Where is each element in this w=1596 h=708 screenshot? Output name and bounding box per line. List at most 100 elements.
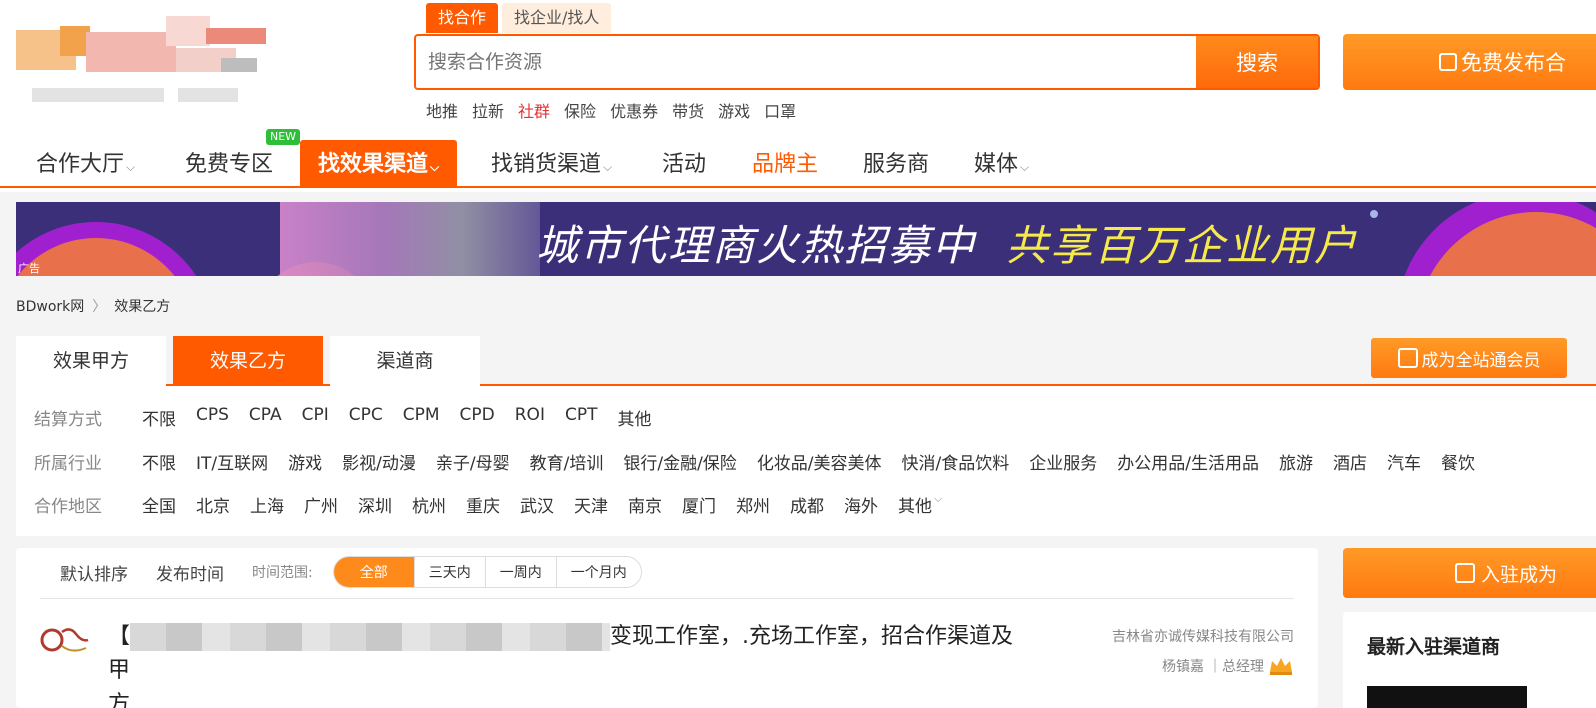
search-tab-company[interactable]: 找企业/找人 (502, 3, 612, 33)
search-box: 搜索 (414, 34, 1320, 90)
hot-word[interactable]: 地推 (426, 98, 458, 122)
filter-option[interactable]: 南京 (628, 492, 662, 517)
filter-option[interactable]: 郑州 (736, 492, 770, 517)
filter-option[interactable]: 武汉 (520, 492, 554, 517)
hot-word[interactable]: 带货 (672, 98, 704, 122)
filter-option[interactable]: CPT (565, 405, 598, 430)
chevron-down-icon: ⌵ (430, 160, 440, 174)
nav-label: 免费专区 (185, 152, 274, 177)
tab-effect-party-a[interactable]: 效果甲方 (16, 336, 166, 386)
filter-option[interactable]: 汽车 (1387, 449, 1421, 474)
hot-word[interactable]: 社群 (518, 98, 550, 122)
nav-item-events[interactable]: 活动 (662, 140, 706, 188)
time-range-1week[interactable]: 一周内 (484, 557, 556, 587)
filter-option[interactable]: 影视/动漫 (342, 449, 416, 474)
hot-word[interactable]: 保险 (564, 98, 596, 122)
filter-option[interactable]: CPI (302, 405, 329, 430)
filter-option[interactable]: CPM (403, 405, 440, 430)
contact-name: 杨镇嘉 (1162, 659, 1204, 675)
publish-button[interactable]: 免费发布合 (1343, 34, 1596, 90)
filter-option[interactable]: 游戏 (288, 449, 322, 474)
filter-option[interactable]: 不限 (142, 449, 176, 474)
filter-option[interactable]: 深圳 (358, 492, 392, 517)
nav-item-free[interactable]: 免费专区 (185, 140, 273, 188)
filter-option[interactable]: 教育/培训 (530, 449, 604, 474)
company-name[interactable]: 吉林省亦诚传媒科技有限公司 (1100, 626, 1294, 646)
nav-item-service[interactable]: 服务商 (863, 140, 929, 188)
filter-option[interactable]: 重庆 (466, 492, 500, 517)
nav-item-sales-channel[interactable]: 找销货渠道 ⌵ (491, 140, 612, 188)
site-logo[interactable] (16, 12, 268, 108)
become-member-button[interactable]: 成为全站通会员 (1371, 338, 1567, 378)
nav-label: 服务商 (863, 152, 930, 177)
filter-row-industry: 所属行业 不限 IT/互联网 游戏 影视/动漫 亲子/母婴 教育/培训 银行/金融/保险 化妆… (34, 446, 1495, 476)
filter-label: 所属行业 (34, 453, 102, 474)
listing-title[interactable]: 【变现工作室，.充场工作室，招合作渠道及甲方 (108, 620, 1028, 708)
login-icon (1397, 348, 1418, 368)
hot-word[interactable]: 口罩 (764, 98, 796, 122)
search-button[interactable]: 搜索 (1196, 36, 1318, 88)
panel-title: 最新入驻渠道商 (1367, 636, 1501, 658)
chevron-down-icon: ⌵ (603, 160, 613, 174)
breadcrumb-home[interactable]: BDwork网 (16, 296, 84, 316)
filter-option[interactable]: 杭州 (412, 492, 446, 517)
nav-item-hall[interactable]: 合作大厅 ⌵ (36, 140, 135, 188)
main-nav: 合作大厅 ⌵ 免费专区 找效果渠道 ⌵ 找销货渠道 ⌵ 活动 品牌主 服务商 媒体 ⌵ (0, 140, 1596, 188)
tab-effect-party-b[interactable]: 效果乙方 (173, 336, 323, 386)
filter-option[interactable]: 办公用品/生活用品 (1117, 449, 1259, 474)
member-button-label: 成为全站通会员 (1421, 350, 1541, 371)
filter-options: 不限 CPS CPA CPI CPC CPM CPD ROI CPT 其他 (142, 405, 671, 430)
nav-item-brand[interactable]: 品牌主 (752, 140, 818, 188)
join-button[interactable]: 入驻成为 (1343, 548, 1596, 598)
filter-option[interactable]: 亲子/母婴 (436, 449, 510, 474)
filter-option[interactable]: 餐饮 (1441, 449, 1475, 474)
filter-option[interactable]: 上海 (250, 492, 284, 517)
hot-word[interactable]: 优惠券 (610, 98, 658, 122)
filter-option[interactable]: CPA (249, 405, 282, 430)
search-tab-cooperation[interactable]: 找合作 (426, 3, 499, 33)
hot-word[interactable]: 拉新 (472, 98, 504, 122)
hot-word[interactable]: 游戏 (718, 98, 750, 122)
banner-decoration (1370, 210, 1378, 218)
channel-thumbnail[interactable] (1367, 686, 1527, 708)
time-range-all[interactable]: 全部 (333, 557, 414, 587)
company-logo[interactable] (40, 620, 92, 662)
filter-option[interactable]: 厦门 (682, 492, 716, 517)
filter-option[interactable]: 全国 (142, 492, 176, 517)
filter-option[interactable]: 成都 (790, 492, 824, 517)
filter-option[interactable]: 银行/金融/保险 (623, 449, 736, 474)
filter-option[interactable]: CPC (349, 405, 383, 430)
ad-banner[interactable]: 城市代理商火热招募中 共享百万企业用户 广告 (16, 202, 1596, 276)
title-prefix: 【 (108, 624, 131, 649)
nav-item-media[interactable]: 媒体 ⌵ (974, 140, 1029, 188)
filter-option[interactable]: 北京 (196, 492, 230, 517)
search-input[interactable] (416, 36, 1196, 88)
tab-channel-provider[interactable]: 渠道商 (330, 336, 480, 386)
filter-option[interactable]: 其他 (898, 492, 932, 517)
filter-option[interactable]: ROI (515, 405, 545, 430)
filter-option[interactable]: 不限 (142, 405, 176, 430)
time-range-3days[interactable]: 三天内 (413, 557, 485, 587)
filter-option[interactable]: CPD (460, 405, 495, 430)
sort-default[interactable]: 默认排序 (60, 560, 128, 585)
filter-row-region: 合作地区 全国 北京 上海 广州 深圳 杭州 重庆 武汉 天津 南京 厦门 郑州 成都 海外 其他 ⌵ (34, 489, 942, 519)
filter-option[interactable]: 海外 (844, 492, 878, 517)
result-list: 默认排序 发布时间 时间范围: 全部 三天内 一周内 一个月内 【变现工作室，.… (16, 548, 1318, 708)
filter-option[interactable]: 其他 (617, 405, 651, 430)
banner-blurred-region (280, 202, 540, 276)
filter-option[interactable]: 化妆品/美容美体 (757, 449, 882, 474)
time-range-1month[interactable]: 一个月内 (555, 557, 641, 587)
filter-options: 全国 北京 上海 广州 深圳 杭州 重庆 武汉 天津 南京 厦门 郑州 成都 海外 其他 ⌵ (142, 492, 942, 517)
sort-publish-time[interactable]: 发布时间 (156, 560, 224, 585)
filter-option[interactable]: 广州 (304, 492, 338, 517)
banner-highlight: 共享百万企业用户 (1006, 221, 1359, 270)
filter-option[interactable]: 企业服务 (1029, 449, 1097, 474)
latest-channels-panel: 最新入驻渠道商 (1343, 612, 1596, 708)
filter-option[interactable]: CPS (196, 405, 229, 430)
nav-item-effect-channel[interactable]: 找效果渠道 ⌵ (300, 140, 458, 188)
filter-option[interactable]: 旅游 (1279, 449, 1313, 474)
filter-option[interactable]: 快消/食品饮料 (902, 449, 1010, 474)
filter-option[interactable]: IT/互联网 (196, 449, 268, 474)
filter-option[interactable]: 天津 (574, 492, 608, 517)
filter-option[interactable]: 酒店 (1333, 449, 1367, 474)
